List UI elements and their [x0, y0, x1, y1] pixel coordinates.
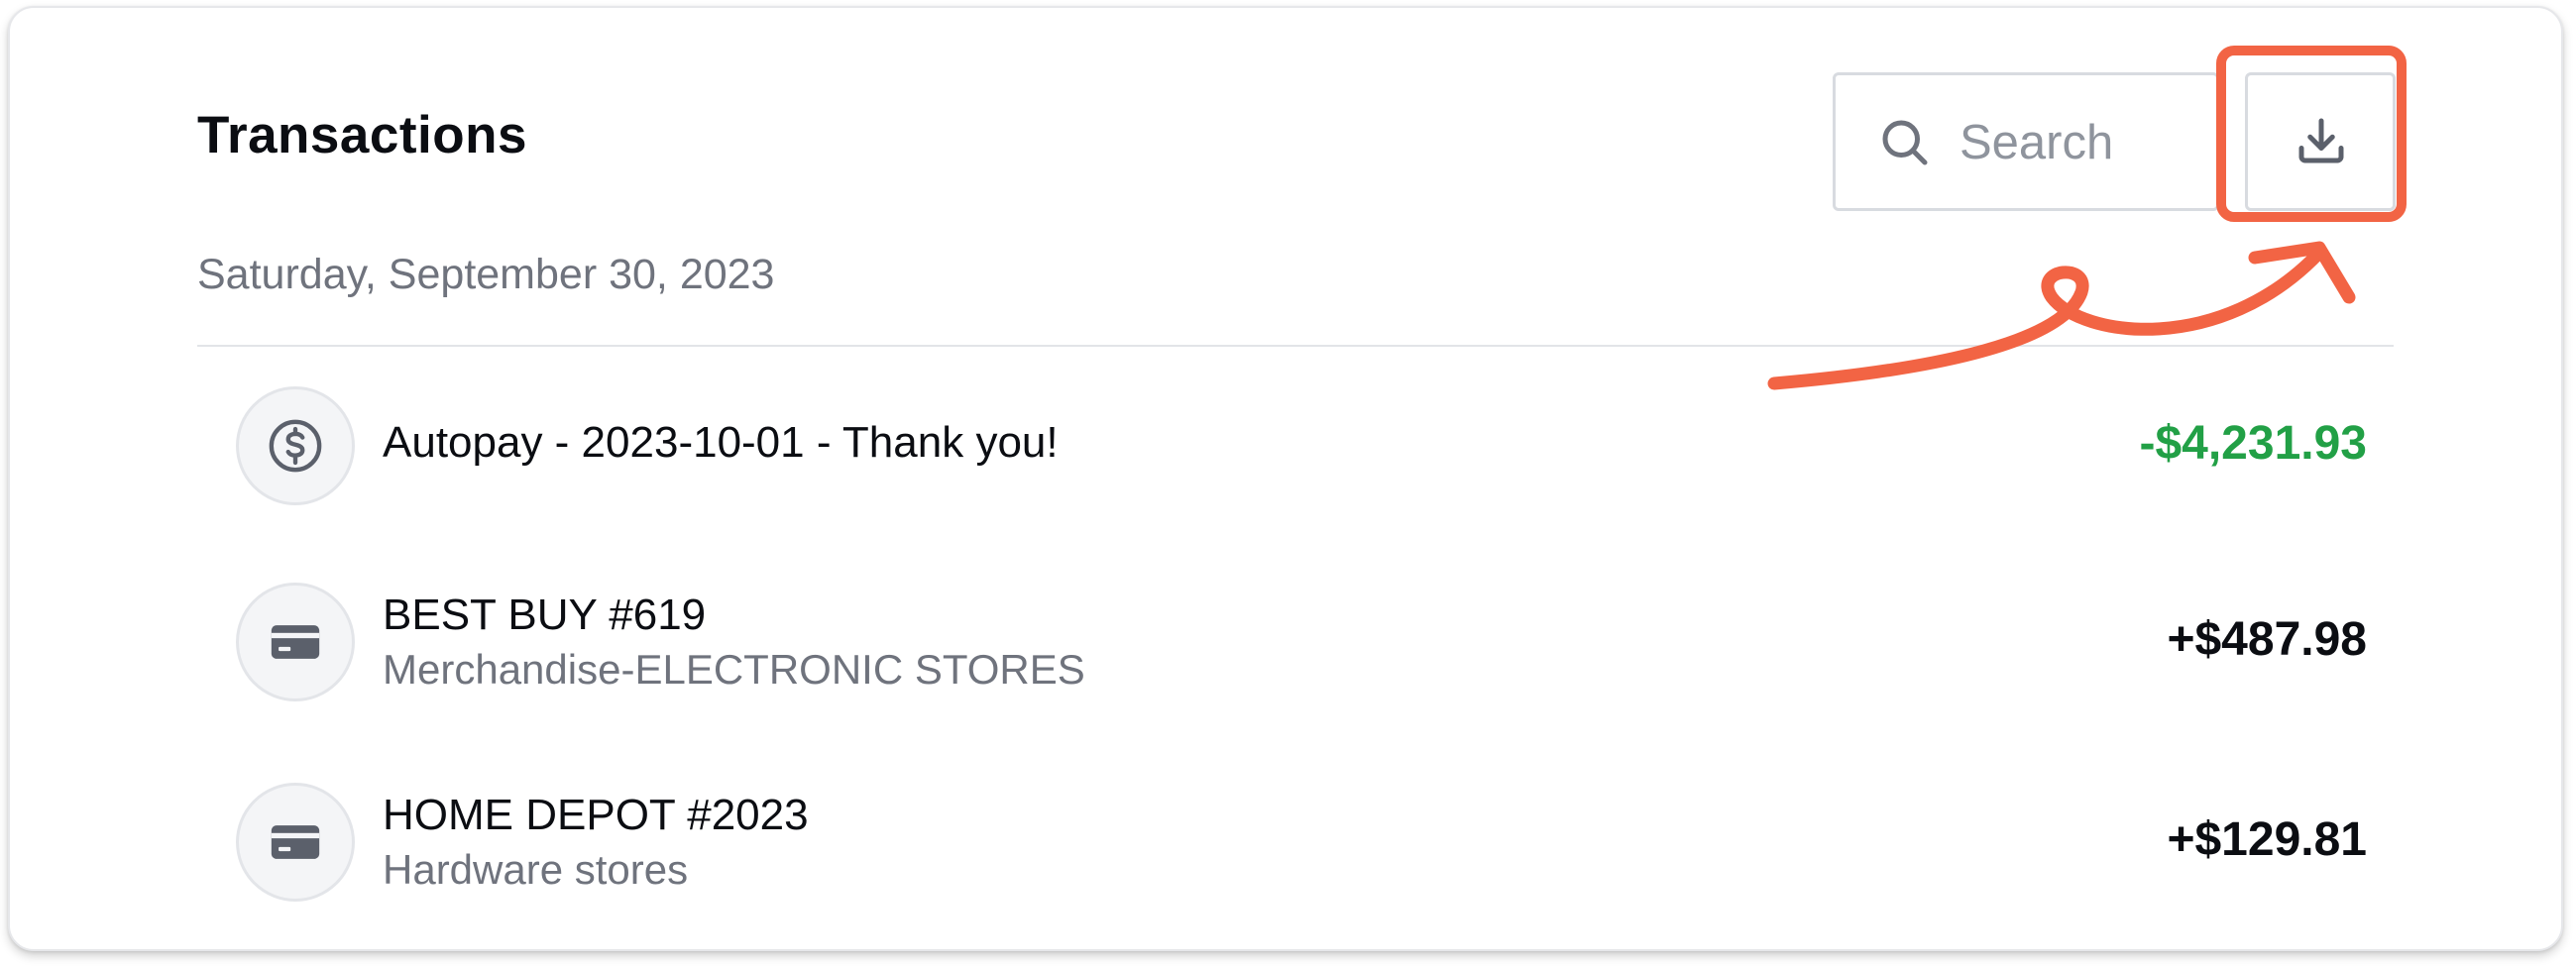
transaction-category: Hardware stores [383, 846, 689, 893]
date-group-header: Saturday, September 30, 2023 [197, 251, 775, 298]
transactions-card: Transactions Search Saturday, September … [8, 6, 2563, 951]
credit-card-icon [271, 825, 320, 859]
divider [197, 345, 2394, 347]
transaction-avatar [236, 583, 355, 701]
credit-card-icon [271, 625, 320, 659]
transaction-avatar [236, 386, 355, 505]
search-box[interactable]: Search [1833, 72, 2219, 211]
transaction-name: Autopay - 2023-10-01 - Thank you! [383, 418, 1059, 467]
download-button[interactable] [2245, 72, 2396, 211]
transaction-row[interactable]: Autopay - 2023-10-01 - Thank you! -$4,23… [236, 386, 2367, 509]
transaction-name: HOME DEPOT #2023 [383, 791, 809, 839]
search-icon [1882, 120, 1928, 165]
download-icon [2298, 118, 2344, 163]
search-input[interactable]: Search [1960, 115, 2113, 170]
dollar-circle-icon [269, 419, 322, 473]
page-title: Transactions [197, 106, 527, 164]
transaction-row[interactable]: HOME DEPOT #2023 Hardware stores +$129.8… [236, 783, 2367, 906]
transaction-avatar [236, 783, 355, 902]
transaction-row[interactable]: BEST BUY #619 Merchandise-ELECTRONIC STO… [236, 583, 2367, 705]
transaction-amount: -$4,231.93 [2139, 417, 2367, 470]
transaction-amount: +$487.98 [2167, 613, 2367, 666]
transaction-category: Merchandise-ELECTRONIC STORES [383, 646, 1085, 693]
transaction-amount: +$129.81 [2167, 813, 2367, 866]
transaction-name: BEST BUY #619 [383, 590, 707, 639]
